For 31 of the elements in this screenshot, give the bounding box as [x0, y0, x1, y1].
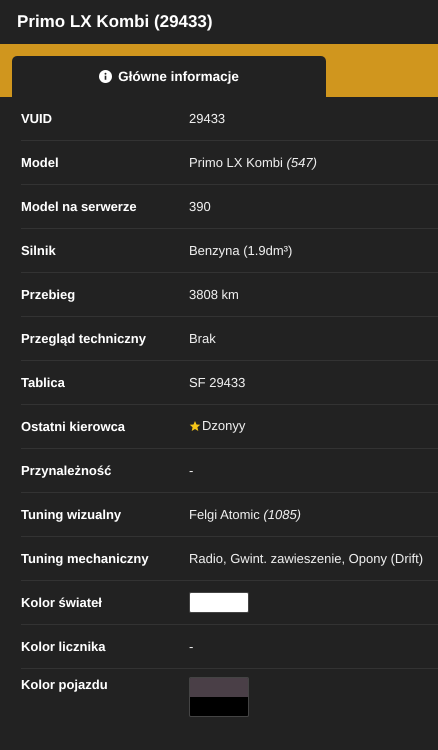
- field-label: Kolor licznika: [21, 639, 107, 654]
- field-label: Model na serwerze: [21, 199, 138, 214]
- field-value: SF 29433: [189, 375, 246, 390]
- field-value: Brak: [189, 331, 216, 346]
- star-icon: [189, 420, 201, 432]
- field-label: Tuning mechaniczny: [21, 551, 150, 566]
- color-swatch: [189, 677, 249, 717]
- field-label: Model: [21, 155, 60, 170]
- field-label: Silnik: [21, 243, 57, 258]
- tab[interactable]: Główne informacje: [12, 56, 326, 97]
- field-value: 390: [189, 199, 211, 214]
- field-label: Kolor świateł: [21, 595, 103, 610]
- field-value: -: [189, 639, 194, 654]
- field-value: Primo LX Kombi (547): [189, 155, 317, 170]
- info-icon: [99, 70, 112, 83]
- field-label: Przebieg: [21, 287, 76, 302]
- field-label: Przegląd techniczny: [21, 331, 147, 346]
- field-label: Przynależność: [21, 463, 112, 478]
- field-value: Benzyna (1.9dm³): [189, 243, 292, 258]
- field-value: -: [189, 463, 194, 478]
- field-label: Tuning wizualny: [21, 507, 122, 522]
- field-label: VUID: [21, 111, 54, 126]
- field-value: Felgi Atomic (1085): [189, 507, 301, 522]
- field-value: 29433: [189, 111, 226, 126]
- field-value: Radio, Gwint. zawieszenie, Opony (Drift): [189, 551, 424, 566]
- field-value: 3808 km: [189, 287, 239, 302]
- driver-name: Dzonyy: [202, 418, 246, 434]
- field-label: Ostatni kierowca: [21, 419, 126, 434]
- field-label: Kolor pojazdu: [21, 677, 109, 692]
- color-swatch: [189, 592, 249, 613]
- field-label: Tablica: [21, 375, 66, 390]
